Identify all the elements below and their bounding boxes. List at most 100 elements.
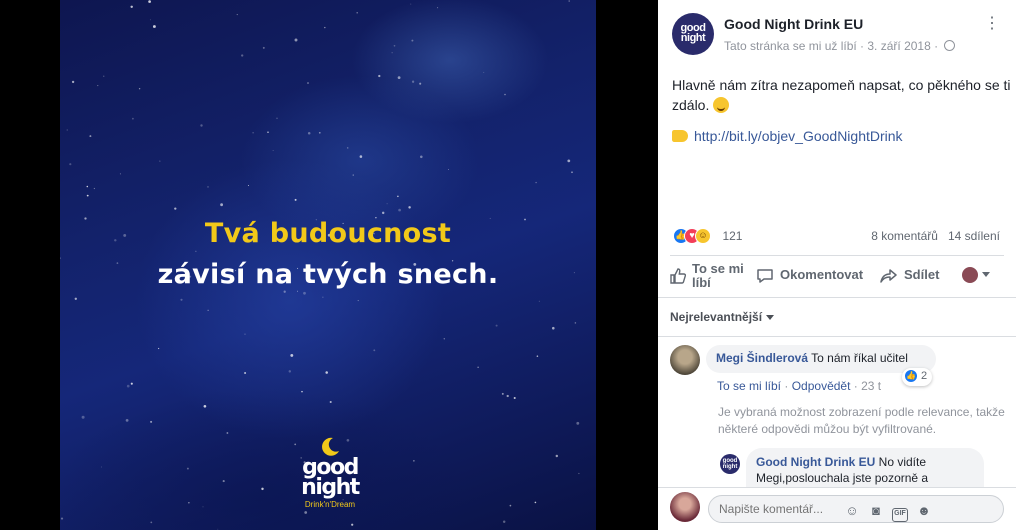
star: [222, 480, 225, 483]
star: [534, 501, 537, 504]
star: [307, 82, 309, 84]
star: [386, 203, 388, 205]
star: [391, 52, 393, 54]
star: [272, 150, 274, 151]
star: [180, 298, 183, 301]
like-button[interactable]: To se mi líbí: [670, 262, 748, 290]
star: [89, 135, 92, 138]
star: [552, 326, 555, 330]
comment-button[interactable]: Okomentovat: [756, 267, 863, 284]
star: [411, 80, 415, 83]
current-user-avatar: [962, 266, 978, 283]
star: [502, 520, 506, 524]
star: [351, 523, 354, 526]
comment-reply-link[interactable]: Odpovědět: [792, 379, 851, 393]
star: [410, 3, 412, 5]
star: [220, 203, 224, 207]
star: [248, 185, 249, 186]
haha-reaction-icon: ☺: [695, 227, 711, 244]
more-options-icon[interactable]: ⋮: [982, 14, 1002, 34]
post-photo[interactable]: Tvá budoucnost závisí na tvých snech. go…: [60, 0, 596, 530]
star: [477, 366, 479, 368]
star: [408, 206, 411, 209]
comment-like-link[interactable]: To se mi líbí: [717, 379, 781, 393]
star: [381, 211, 385, 215]
star: [574, 322, 577, 324]
star: [66, 129, 68, 131]
gif-icon[interactable]: GIF: [892, 508, 908, 522]
star: [138, 88, 141, 90]
page-avatar[interactable]: good night: [672, 13, 714, 55]
star: [420, 155, 423, 159]
comment-time[interactable]: 23 t: [861, 379, 881, 393]
share-button[interactable]: Sdílet: [880, 267, 939, 284]
star: [555, 454, 559, 458]
star: [398, 208, 401, 212]
star: [81, 415, 85, 419]
star: [397, 76, 401, 79]
reply-avatar[interactable]: good night: [720, 454, 740, 474]
comment-author[interactable]: Megi Šindlerová: [716, 351, 808, 365]
star: [283, 290, 286, 293]
star: [97, 85, 99, 87]
star: [495, 324, 498, 327]
comments-count[interactable]: 8 komentářů: [871, 229, 938, 243]
post-text: Hlavně nám zítra nezapomeň napsat, co pě…: [672, 75, 1012, 115]
star: [290, 353, 294, 357]
star: [294, 38, 298, 42]
divider: [658, 336, 1016, 337]
sticker-icon[interactable]: ☻: [916, 504, 932, 518]
post-link[interactable]: http://bit.ly/objev_GoodNightDrink: [694, 128, 903, 144]
star: [125, 419, 129, 422]
headline-line2: závisí na tvých snech.: [157, 259, 499, 290]
star: [276, 117, 278, 120]
star: [69, 163, 72, 166]
star: [325, 371, 328, 374]
chevron-down-icon: [982, 272, 990, 278]
star: [207, 186, 209, 188]
reaction-summary[interactable]: 👍 ♥ ☺ 121: [673, 227, 742, 247]
comment-reaction-badge[interactable]: 👍 2: [902, 368, 933, 386]
logo-word-night: night: [301, 475, 360, 500]
star: [419, 82, 422, 85]
reply-author[interactable]: Good Night Drink EU: [756, 455, 875, 469]
divider: [670, 255, 1004, 256]
camera-icon[interactable]: ◙: [868, 504, 884, 518]
star: [288, 370, 292, 373]
star: [150, 521, 153, 524]
emoji-picker-icon[interactable]: ☺: [844, 504, 860, 518]
star: [448, 169, 449, 171]
star: [393, 44, 396, 47]
star: [150, 420, 153, 423]
star: [130, 5, 133, 9]
comment-text: To nám říkal učitel: [811, 351, 908, 365]
star: [373, 349, 376, 352]
star: [297, 290, 298, 292]
page-name[interactable]: Good Night Drink EU: [724, 16, 863, 32]
star: [352, 174, 354, 176]
star: [174, 207, 177, 210]
smile-emoji-icon: [713, 97, 730, 113]
star: [324, 26, 326, 29]
star: [195, 250, 197, 252]
star: [578, 472, 580, 475]
star: [241, 54, 244, 57]
shares-count[interactable]: 14 sdílení: [948, 229, 1000, 243]
star: [126, 384, 130, 388]
post-as-selector[interactable]: [962, 266, 990, 283]
star: [411, 39, 414, 42]
star: [357, 300, 359, 302]
thumbs-up-icon: [670, 268, 686, 284]
share-button-label: Sdílet: [904, 267, 940, 282]
comment-sort-dropdown[interactable]: Nejrelevantnější: [670, 310, 775, 324]
star: [159, 160, 161, 162]
star: [356, 12, 358, 14]
star: [200, 124, 203, 127]
star: [294, 198, 297, 201]
star: [226, 432, 229, 434]
viewer: Tvá budoucnost závisí na tvých snech. go…: [0, 0, 1016, 530]
star: [307, 131, 311, 135]
commenter-avatar[interactable]: [670, 345, 700, 375]
star: [501, 392, 504, 395]
star: [538, 300, 540, 302]
